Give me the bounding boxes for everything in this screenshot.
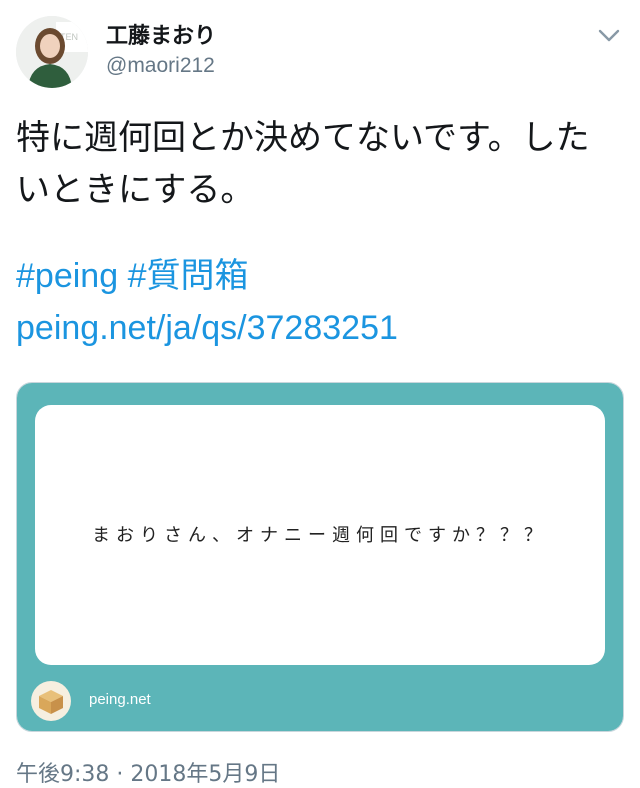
tweet-links: #peing #質問箱 peing.net/ja/qs/37283251 [16,250,624,354]
tweet-timestamp[interactable]: 午後9:38 · 2018年5月9日 [16,756,280,788]
card-domain: peing.net [89,691,151,708]
hashtag-peing[interactable]: #peing [16,257,118,295]
cardboard-box-icon [31,681,71,721]
question-text: まおりさん、オナニー週何回ですか？？？ [92,525,548,546]
hashtag-line: #peing #質問箱 [16,250,624,302]
hashtag-shitsumonbako[interactable]: #質問箱 [128,257,249,295]
tweet-text-line: いときにする。 [16,170,255,210]
user-handle[interactable]: @maori212 [106,54,215,78]
tweet-url-link[interactable]: peing.net/ja/qs/37283251 [16,302,624,354]
chevron-down-icon[interactable] [596,22,622,48]
tweet-text: 特に週何回とか決めてないです。した いときにする。 [16,112,624,216]
card-image[interactable]: まおりさん、オナニー週何回ですか？？？ [17,383,623,671]
tweet-text-line: 特に週何回とか決めてないです。した [16,118,590,158]
display-name[interactable]: 工藤まおり [106,18,216,50]
link-card[interactable]: まおりさん、オナニー週何回ですか？？？ peing.net [16,382,624,732]
profile-photo-icon: TEN [16,16,88,88]
question-box: まおりさん、オナニー週何回ですか？？？ [35,405,605,665]
card-footer[interactable]: peing.net [17,671,623,731]
tweet-header: TEN 工藤まおり @maori212 [0,0,640,100]
avatar[interactable]: TEN [16,16,88,88]
